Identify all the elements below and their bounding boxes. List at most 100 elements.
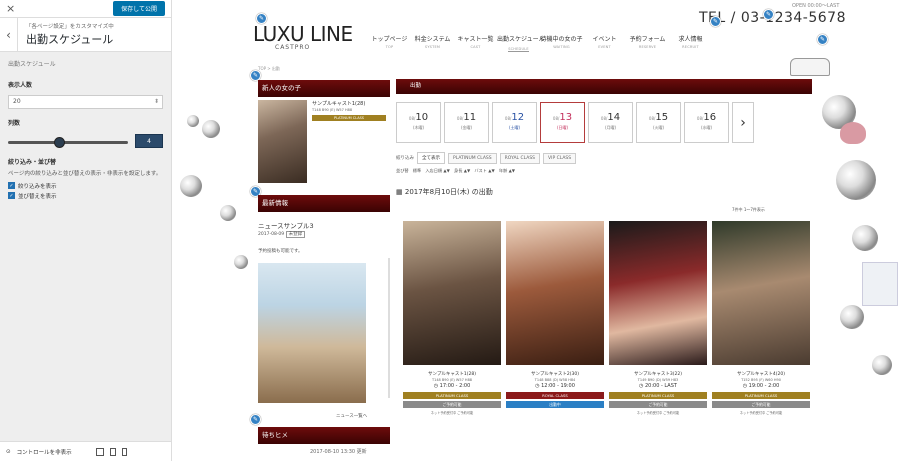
- diamond-decoration: [852, 225, 878, 251]
- reserve-button[interactable]: ご予約可能: [712, 401, 810, 408]
- diamond-decoration: [840, 305, 864, 329]
- hide-controls-label[interactable]: コントロールを非表示: [17, 448, 72, 456]
- cast-name[interactable]: サンプルキャスト1(28): [403, 371, 501, 377]
- drawer-decoration: [862, 262, 898, 306]
- scroll-bar[interactable]: [388, 258, 390, 398]
- slider-knob[interactable]: [54, 137, 65, 148]
- cast-card[interactable]: サンプルキャスト3(22) T149 B90 (D) W59 H83 ◷ 20:…: [609, 221, 707, 415]
- next-dates-button[interactable]: ›: [732, 102, 754, 143]
- site-logo[interactable]: LUXU LINE CASTPRO: [253, 22, 353, 51]
- cast-class-badge: PLATINUM CLASS: [609, 392, 707, 399]
- nav-item-top[interactable]: トップページ TOP: [368, 34, 411, 52]
- nav-sublabel: SCHEDULE: [508, 47, 529, 52]
- check-filter-label: 絞り込みを表示: [18, 183, 57, 190]
- date-weekday: (水曜): [700, 125, 713, 130]
- filter-platinum[interactable]: PLATINUM CLASS: [448, 152, 497, 164]
- back-icon[interactable]: ‹: [0, 17, 18, 52]
- date-tab[interactable]: 08/10 (木曜): [396, 102, 441, 143]
- customizer-header: ‹ 「各ページ設定」をカスタマイズ中 出勤スケジュール: [0, 17, 171, 52]
- cast-card[interactable]: サンプルキャスト2(30) T148 B88 (D) W58 H84 ◷ 12:…: [506, 221, 604, 410]
- cast-name[interactable]: サンプルキャスト3(22): [609, 371, 707, 377]
- cols-label: 列数: [8, 120, 21, 127]
- reserve-button[interactable]: ご予約可能: [403, 401, 501, 408]
- cast-card[interactable]: サンプルキャスト4(20) T152 B95 (F) W60 H90 ◷ 19:…: [712, 221, 810, 415]
- cast-note: ネット予約受付中 ご予約可能: [739, 411, 783, 415]
- nav-sublabel: WAITING: [553, 45, 570, 49]
- nav-item-waiting[interactable]: 待機中の女の子 WAITING: [540, 34, 583, 52]
- nav-item-event[interactable]: イベント EVENT: [583, 34, 626, 52]
- date-tab[interactable]: 08/11 (金曜): [444, 102, 489, 143]
- count-value: 20: [13, 98, 21, 105]
- date-tab[interactable]: 08/16 (水曜): [684, 102, 729, 143]
- cast-photo[interactable]: [712, 221, 810, 365]
- main-nav: トップページ TOP 料金システム SYSTEM キャスト一覧 CAST 出勤スケジュ…: [368, 34, 712, 52]
- cols-slider[interactable]: 4: [8, 134, 163, 148]
- date-tab[interactable]: 08/12 (土曜): [492, 102, 537, 143]
- newgirl-class-badge: PLATINUM CLASS: [312, 115, 386, 121]
- spinner-icon[interactable]: ⬍: [154, 96, 159, 108]
- mobile-icon[interactable]: [121, 447, 127, 456]
- customizer-panel: × 保存して公開 ‹ 「各ページ設定」をカスタマイズ中 出勤スケジュール 出勤ス…: [0, 0, 172, 461]
- nav-item-reserve[interactable]: 予約フォーム RESERVE: [626, 34, 669, 52]
- cast-name[interactable]: サンプルキャスト2(30): [506, 371, 604, 377]
- cast-name[interactable]: サンプルキャスト4(20): [712, 371, 810, 377]
- nav-item-cast[interactable]: キャスト一覧 CAST: [454, 34, 497, 52]
- newgirl-photo[interactable]: [258, 100, 307, 183]
- nav-item-recruit[interactable]: 求人情報 RECRUIT: [669, 34, 712, 52]
- news-title[interactable]: ニュースサンプル3: [258, 220, 314, 230]
- cast-time: ◷ 19:00 - 2:00: [712, 383, 810, 389]
- filter-royal[interactable]: ROYAL CLASS: [499, 152, 541, 164]
- cast-photo[interactable]: [506, 221, 604, 365]
- date-day: 11: [463, 112, 477, 123]
- filter-all[interactable]: 全て表示: [417, 152, 445, 164]
- nav-item-system[interactable]: 料金システム SYSTEM: [411, 34, 454, 52]
- date-tab[interactable]: 08/14 (月曜): [588, 102, 633, 143]
- cast-time-text: 20:00 - LAST: [645, 383, 677, 389]
- edit-shortcut-icon[interactable]: ✎: [817, 34, 828, 45]
- filter-desc: ページ内の絞り込みと並び替えの表示・非表示を設定します。: [8, 171, 162, 177]
- publish-button[interactable]: 保存して公開: [113, 1, 165, 16]
- breadcrumb[interactable]: TOP > 出勤: [258, 66, 280, 72]
- edit-shortcut-icon[interactable]: ✎: [710, 16, 721, 27]
- tablet-icon[interactable]: [109, 447, 116, 456]
- hide-controls-icon[interactable]: ⊙: [6, 449, 11, 455]
- working-button[interactable]: 出勤中: [506, 401, 604, 408]
- cast-photo[interactable]: [403, 221, 501, 365]
- diary-date: 2017-08-10 13:30 更新: [310, 449, 367, 455]
- date-tab[interactable]: 08/13 (日曜): [540, 102, 585, 143]
- filter-label: 絞り込み・並び替: [8, 159, 57, 166]
- checkbox-icon[interactable]: ✓: [8, 192, 15, 200]
- desktop-icon[interactable]: [95, 447, 104, 456]
- newgirl-spec: T148 B90 (E) W57 H88: [312, 108, 353, 112]
- cast-class-badge: ROYAL CLASS: [506, 392, 604, 399]
- cast-spec: T148 B90 (E) W57 H88: [431, 378, 473, 382]
- check-filter[interactable]: ✓ 絞り込みを表示: [0, 181, 171, 191]
- customizer-topbar: × 保存して公開: [0, 0, 171, 18]
- sort-bar[interactable]: 並び替 標準 入店日順 ▲▼ 身長 ▲▼ バスト ▲▼ 年齢 ▲▼: [396, 168, 515, 174]
- nav-label: 出勤スケジュール: [497, 36, 545, 43]
- check-sort[interactable]: ✓ 並び替えを表示: [0, 191, 171, 201]
- news-more-link[interactable]: ニュース一覧へ: [336, 413, 367, 419]
- diamond-decoration: [836, 160, 876, 200]
- reserve-button[interactable]: ご予約可能: [609, 401, 707, 408]
- site-preview: ✎ LUXU LINE CASTPRO OPEN 00:00〜LAST TEL …: [172, 0, 898, 461]
- filter-vip[interactable]: VIP CLASS: [543, 152, 577, 164]
- news-photo[interactable]: [258, 263, 366, 403]
- diamond-decoration: [234, 255, 248, 269]
- nav-sublabel: CAST: [470, 45, 481, 49]
- close-icon[interactable]: ×: [6, 2, 15, 15]
- cast-photo[interactable]: [609, 221, 707, 365]
- newgirl-name[interactable]: サンプルキャスト1(28): [312, 100, 386, 107]
- edit-shortcut-icon[interactable]: ✎: [250, 414, 261, 425]
- slider-track[interactable]: [8, 141, 128, 144]
- nav-item-schedule[interactable]: 出勤スケジュール SCHEDULE: [497, 34, 545, 52]
- date-day: 14: [607, 112, 621, 123]
- cast-card[interactable]: サンプルキャスト1(28) T148 B90 (E) W57 H88 ◷ 17:…: [403, 221, 501, 415]
- cols-value[interactable]: 4: [135, 134, 163, 148]
- date-tab[interactable]: 08/15 (火曜): [636, 102, 681, 143]
- diamond-decoration: [872, 355, 892, 375]
- count-input[interactable]: 20 ⬍: [8, 95, 163, 109]
- edit-shortcut-icon[interactable]: ✎: [763, 9, 774, 20]
- checkbox-icon[interactable]: ✓: [8, 182, 15, 190]
- date-day: 13: [559, 112, 573, 123]
